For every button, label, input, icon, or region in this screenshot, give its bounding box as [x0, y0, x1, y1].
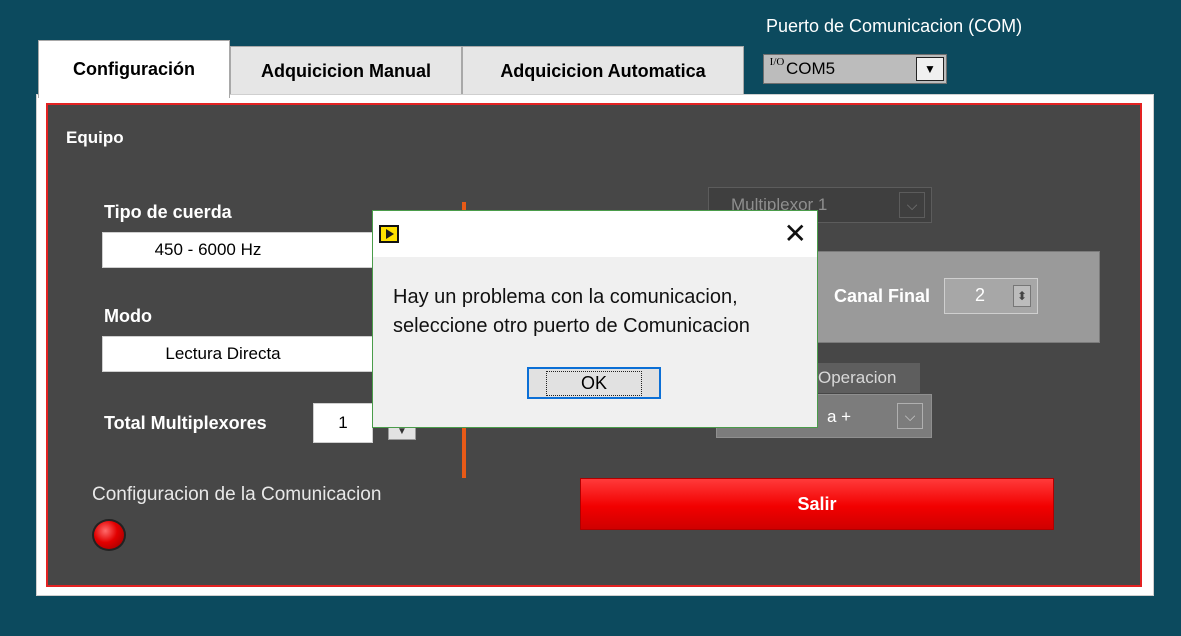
chevron-down-icon[interactable]: ▼ [916, 57, 944, 81]
labview-app-icon [379, 225, 399, 243]
chevron-down-icon[interactable]: ⌵ [899, 192, 925, 218]
com-port-value: COM5 [786, 59, 836, 78]
modo-select[interactable]: Lectura Directa [102, 336, 374, 372]
canal-final-label: Canal Final [834, 286, 931, 306]
tab-adquisicion-manual[interactable]: Adquicicion Manual [230, 46, 462, 96]
tab-adquisicion-automatica[interactable]: Adquicicion Automatica [462, 46, 744, 96]
canal-final-value: 2 [975, 285, 986, 305]
equipo-heading: Equipo [66, 128, 124, 147]
salir-button[interactable]: Salir [580, 478, 1054, 530]
modo-label: Modo [104, 306, 152, 326]
tipo-cuerda-label: Tipo de cuerda [104, 202, 232, 222]
canal-final-spinner[interactable]: ⬍ [1013, 285, 1031, 307]
ok-button-label: OK [545, 370, 642, 396]
canal-cluster [780, 251, 1100, 343]
canal-final-input[interactable]: 2 ⬍ [944, 278, 1038, 314]
total-multiplexores-label: Total Multiplexores [104, 413, 267, 433]
com-port-select[interactable]: I/O COM5 ▼ [763, 54, 947, 84]
total-multiplexores-input[interactable]: 1 [313, 403, 373, 443]
tab-configuracion[interactable]: Configuración [38, 40, 230, 98]
error-dialog: ✕ Hay un problema con la comunicacion, s… [372, 210, 818, 428]
chevron-down-icon[interactable]: ⌵ [897, 403, 923, 429]
close-icon[interactable]: ✕ [784, 215, 807, 253]
ok-button[interactable]: OK [527, 367, 661, 399]
operacion-label: Operacion [806, 363, 920, 393]
comm-indicator-label: Configuracion de la Comunicacion [92, 484, 382, 505]
dialog-message: Hay un problema con la comunicacion, sel… [393, 286, 750, 337]
operacion-value: a + [827, 407, 852, 426]
dialog-titlebar: ✕ [373, 211, 817, 257]
com-port-label: Puerto de Comunicacion (COM) [766, 16, 1023, 36]
tipo-cuerda-select[interactable]: 450 - 6000 Hz [102, 232, 374, 268]
comm-status-led [92, 519, 126, 551]
io-icon: I/O [769, 56, 785, 68]
